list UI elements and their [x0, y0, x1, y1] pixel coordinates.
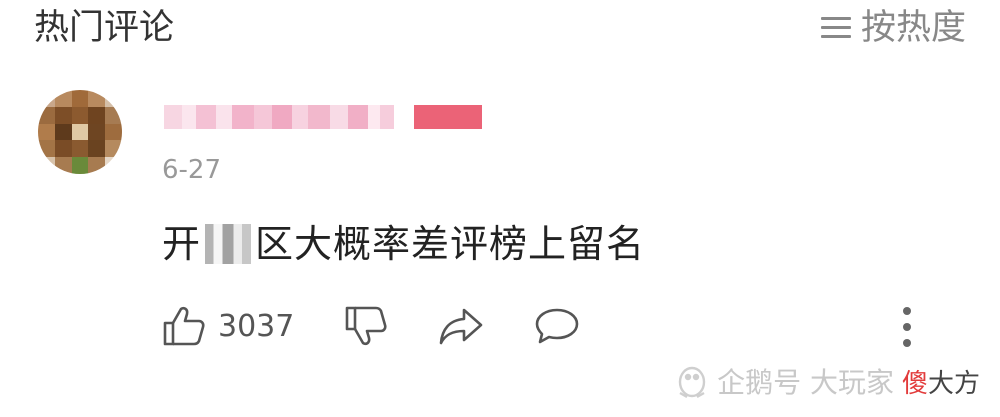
comment-text-end: 区大概率差评榜上留名	[255, 222, 646, 266]
watermark-text: 企鹅号 大玩家	[717, 366, 894, 399]
list-icon	[820, 17, 851, 39]
comment-text-start: 开	[162, 222, 202, 266]
watermark-tail: 傻大方	[902, 363, 980, 400]
watermark-tail-text: 大方	[927, 368, 980, 399]
sort-label: 按热度	[860, 8, 966, 48]
sort-button[interactable]: 按热度	[820, 6, 966, 50]
like-count: 3037	[218, 308, 295, 344]
redacted-word	[205, 224, 252, 264]
comment-text: 开 区大概率差评榜上留名	[162, 220, 645, 268]
comment-date: 6-27	[162, 155, 222, 185]
like-button[interactable]: 3037	[162, 305, 294, 347]
avatar[interactable]	[38, 90, 122, 174]
more-vertical-icon	[903, 307, 911, 315]
thumb-down-icon	[346, 306, 387, 346]
speech-bubble-icon	[536, 308, 579, 344]
share-button[interactable]	[438, 306, 484, 346]
more-options-button[interactable]	[902, 307, 912, 347]
watermark: 企鹅号 大玩家 傻大方	[675, 361, 980, 401]
watermark-red-char: 傻	[901, 368, 928, 399]
share-arrow-icon	[440, 308, 483, 345]
dislike-button[interactable]	[344, 305, 388, 347]
reply-button[interactable]	[534, 306, 580, 346]
comment-actions: 3037	[162, 300, 580, 352]
header-title: 热门评论	[34, 8, 175, 48]
username-redacted[interactable]	[164, 100, 482, 134]
thumb-up-icon	[163, 306, 205, 346]
penguin-logo-icon	[678, 366, 706, 399]
